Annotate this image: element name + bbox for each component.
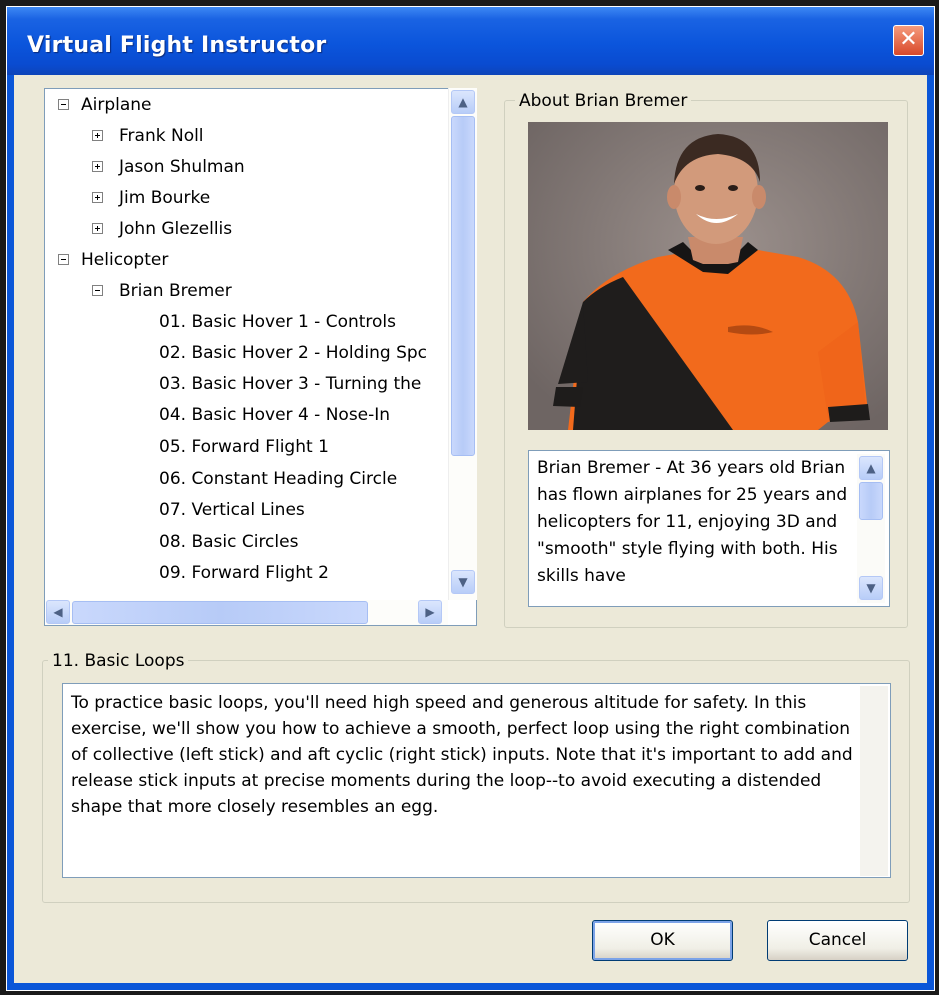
minus-box-icon[interactable]: [58, 99, 69, 110]
minus-box-icon[interactable]: [92, 285, 103, 296]
window-title: Virtual Flight Instructor: [27, 33, 327, 58]
title-bar[interactable]: Virtual Flight Instructor: [7, 7, 934, 75]
chevron-down-icon[interactable]: ▼: [451, 570, 475, 594]
tree-vertical-scrollbar[interactable]: ▲ ▼: [448, 88, 477, 600]
tree-lesson[interactable]: 07. Vertical Lines: [159, 496, 305, 524]
chevron-left-icon[interactable]: ◀: [46, 600, 70, 624]
tree-lesson[interactable]: 02. Basic Hover 2 - Holding Spc: [159, 339, 427, 367]
minus-box-icon[interactable]: [58, 254, 69, 265]
tree-lesson[interactable]: 04. Basic Hover 4 - Nose-In: [159, 401, 390, 429]
window: Virtual Flight Instructor ✕ Airplane Fra…: [0, 0, 939, 995]
instructor-bio[interactable]: Brian Bremer - At 36 years old Brian has…: [528, 450, 890, 607]
instructor-portrait: [528, 122, 888, 430]
tree-lesson[interactable]: 06. Constant Heading Circle: [159, 465, 397, 493]
tree-hscroll-thumb[interactable]: [72, 601, 368, 624]
tree-node-jim-bourke[interactable]: Jim Bourke: [119, 184, 210, 212]
chevron-down-icon[interactable]: ▼: [859, 576, 883, 600]
tree-node-brian-bremer[interactable]: Brian Bremer: [119, 277, 232, 305]
bio-scroll-thumb[interactable]: [859, 482, 883, 520]
close-button[interactable]: ✕: [893, 25, 924, 56]
chevron-up-icon[interactable]: ▲: [451, 90, 475, 114]
tree-lesson[interactable]: 03. Basic Hover 3 - Turning the: [159, 370, 421, 398]
close-icon: ✕: [899, 27, 918, 52]
ok-button[interactable]: OK: [592, 920, 733, 961]
tree-lesson[interactable]: 08. Basic Circles: [159, 528, 298, 556]
tree-node-helicopter[interactable]: Helicopter: [81, 246, 168, 274]
plus-box-icon[interactable]: [92, 161, 103, 172]
plus-box-icon[interactable]: [92, 223, 103, 234]
tree-node-jason-shulman[interactable]: Jason Shulman: [119, 153, 245, 181]
tree-lesson[interactable]: 09. Forward Flight 2: [159, 559, 329, 587]
tree-horizontal-scrollbar[interactable]: ◀ ▶: [46, 600, 448, 625]
instructor-bio-text: Brian Bremer - At 36 years old Brian has…: [537, 458, 848, 586]
chevron-up-icon[interactable]: ▲: [859, 456, 883, 480]
plus-box-icon[interactable]: [92, 192, 103, 203]
chevron-right-icon[interactable]: ▶: [418, 600, 442, 624]
lesson-tree[interactable]: Airplane Frank Noll Jason Shulman Jim Bo…: [44, 88, 477, 626]
about-group-legend: About Brian Bremer: [515, 91, 692, 111]
tree-node-airplane[interactable]: Airplane: [81, 91, 152, 119]
tree-lesson[interactable]: 01. Basic Hover 1 - Controls: [159, 308, 396, 336]
description-vertical-scrollbar[interactable]: [860, 686, 888, 876]
lesson-group-legend: 11. Basic Loops: [48, 651, 189, 671]
instructor-photo: [528, 122, 888, 430]
lesson-description-text: To practice basic loops, you'll need hig…: [71, 693, 853, 817]
cancel-button[interactable]: Cancel: [767, 920, 908, 961]
plus-box-icon[interactable]: [92, 130, 103, 141]
bio-vertical-scrollbar[interactable]: ▲ ▼: [857, 454, 885, 603]
tree-node-john-glezellis[interactable]: John Glezellis: [119, 215, 232, 243]
tree-node-frank-noll[interactable]: Frank Noll: [119, 122, 204, 150]
tree-scroll-thumb[interactable]: [451, 116, 475, 456]
lesson-description[interactable]: To practice basic loops, you'll need hig…: [62, 683, 891, 878]
tree-lesson[interactable]: 05. Forward Flight 1: [159, 433, 329, 461]
